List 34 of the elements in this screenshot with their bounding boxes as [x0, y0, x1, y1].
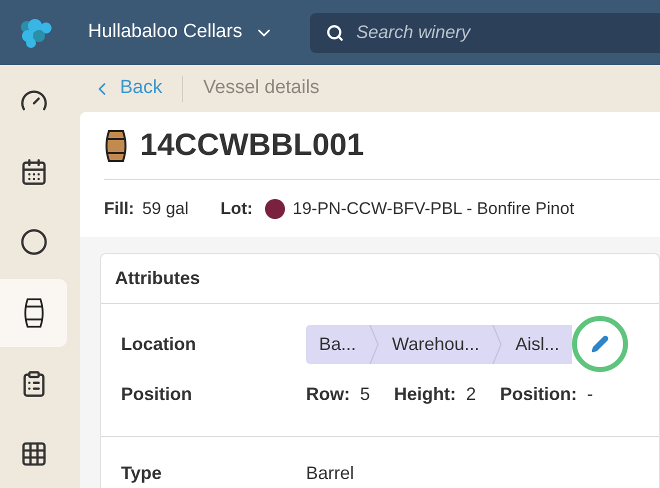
chevron-separator-icon [492, 324, 502, 364]
chevron-separator-icon [369, 324, 380, 364]
logo-icon [19, 18, 53, 48]
location-segment[interactable]: Warehou... [379, 330, 492, 358]
position-label: Position [121, 382, 193, 406]
winery-selector[interactable]: Hullabaloo Cellars [88, 18, 274, 47]
vessel-name: 14CCWBBL001 [140, 126, 364, 164]
search-bar[interactable]: Search winery [310, 12, 660, 52]
barrel-icon [22, 298, 44, 328]
position-field-value: 2 [466, 382, 476, 406]
fill-value: 59 gal [142, 198, 189, 220]
position-field-value: - [587, 382, 594, 406]
grid-icon [20, 440, 48, 468]
position-field-value: 5 [360, 382, 370, 406]
search-icon [326, 24, 344, 42]
position-field-label: Position: [500, 382, 578, 406]
position-field-label: Row: [306, 382, 350, 406]
edit-icon [591, 335, 610, 353]
lot-label: Lot: [220, 198, 253, 220]
location-segment[interactable]: Aisl... [502, 330, 572, 358]
location-segment[interactable]: Ba... [306, 330, 370, 358]
lot-value: 19-PN-CCW-BFV-PBL - Bonfire Pinot [292, 198, 574, 220]
location-label: Location [121, 332, 197, 356]
attributes-title: Attributes [115, 267, 200, 290]
type-value: Barrel [306, 462, 354, 484]
page-title: Vessel details [203, 76, 320, 100]
circle-icon [20, 228, 48, 256]
type-label: Type [121, 462, 163, 485]
barrel-icon [104, 130, 128, 162]
calendar-icon [20, 158, 48, 186]
sidebar-item[interactable] [0, 279, 67, 347]
search-field[interactable]: Search winery [356, 19, 576, 46]
fill-label: Fill: [104, 198, 134, 220]
position-field-label: Height: [394, 382, 456, 406]
